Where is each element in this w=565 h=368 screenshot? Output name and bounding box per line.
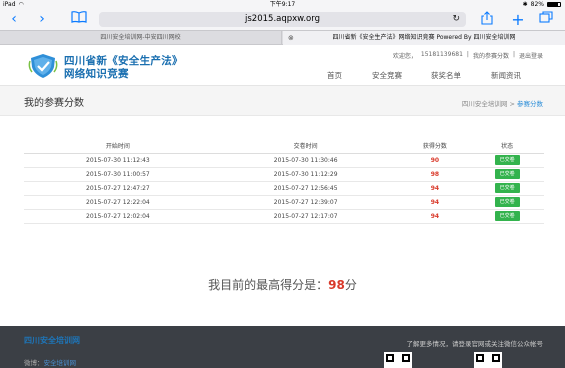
weibo-link[interactable]: 安全培训网 [44,359,77,367]
bookmarks-icon[interactable] [70,11,88,28]
score-table: 开始时间 交卷时间 获得分数 状态 2015-07-30 11:12:43 20… [24,138,544,224]
high-score-value: 98 [328,278,345,292]
reload-icon[interactable]: ↻ [452,12,460,27]
user-phone[interactable]: 15181139681 [421,51,463,60]
status-button[interactable]: 已交卷 [494,169,520,179]
nav-news[interactable]: 新闻资讯 [491,69,521,83]
page-title: 我的参赛分数 [24,98,84,109]
battery-icon [547,2,561,7]
weibo-label: 微博： [24,359,44,367]
separator: | [512,51,515,58]
nav-home[interactable]: 首页 [327,69,342,83]
start-time: 2015-07-27 12:47:27 [24,181,212,196]
site-header: 四川省新《安全生产法》 网络知识竞赛 欢迎您， 15181139681 | 我的… [0,45,565,86]
footer-weibo: 微博：安全培训网 [24,357,76,367]
nav-winners[interactable]: 获奖名单 [431,69,461,83]
high-score-summary: 我目前的最高得分是：98分 [0,276,565,293]
footer-logo[interactable]: 四川安全培训网 [24,335,80,346]
start-time: 2015-07-27 12:02:04 [24,209,212,224]
column-header-end: 交卷时间 [211,138,400,154]
score-value: 94 [399,195,471,210]
start-time: 2015-07-27 12:22:04 [24,195,212,210]
table-row: 2015-07-30 11:00:57 2015-07-30 11:12:29 … [24,167,544,182]
start-time: 2015-07-30 11:12:43 [24,153,212,168]
nav-competition[interactable]: 安全竞赛 [372,69,402,83]
score-value: 98 [399,167,471,182]
high-score-label: 我目前的最高得分是： [208,278,329,292]
browser-tab-bar: 四川安全培训网-中安四川网校 ⊗ 四川省新《安全生产法》网络知识竞赛 Power… [0,30,565,45]
end-time: 2015-07-30 11:12:29 [211,167,400,182]
my-scores-link[interactable]: 我的参赛分数 [473,51,509,60]
shield-logo-icon[interactable] [28,53,58,79]
table-header-row: 开始时间 交卷时间 获得分数 状态 [24,138,544,154]
column-header-status: 状态 [470,138,544,154]
back-icon[interactable]: ‹ [8,11,20,28]
start-time: 2015-07-30 11:00:57 [24,167,212,182]
battery-percent: 82% [530,1,544,8]
url-text: js2015.aqpxw.org [245,14,320,24]
page-title-bar: 我的参赛分数 四川安全培训网 > 参赛分数 [0,86,565,116]
high-score-unit: 分 [344,278,357,292]
site-title-line2: 网络知识竞赛 [64,68,129,80]
status-button[interactable]: 已交卷 [494,211,520,221]
breadcrumb-current: 参赛分数 [517,100,543,108]
site-footer: 四川安全培训网 微博：安全培训网 了解更多情况，请登录官网或关注微信公众帐号 [0,326,565,368]
address-bar[interactable]: js2015.aqpxw.org ↻ [99,12,466,27]
qr-code-icon [384,352,412,368]
breadcrumb: 四川安全培训网 > 参赛分数 [462,98,543,108]
browser-toolbar: ‹ › js2015.aqpxw.org ↻ + [0,9,565,30]
breadcrumb-separator: > [509,100,517,108]
share-icon[interactable] [480,11,494,28]
footer-tip: 了解更多情况，请登录官网或关注微信公众帐号 [406,340,544,348]
end-time: 2015-07-27 12:39:07 [211,195,400,210]
table-row: 2015-07-30 11:12:43 2015-07-30 11:30:46 … [24,153,544,168]
table-row: 2015-07-27 12:22:04 2015-07-27 12:39:07 … [24,195,544,210]
ios-status-bar: iPad ◠ 下午9:17 ✱ 82% [0,0,565,9]
score-value: 90 [399,153,471,168]
column-header-score: 获得分数 [399,138,471,154]
end-time: 2015-07-30 11:30:46 [211,153,400,168]
close-tab-icon[interactable]: ⊗ [288,31,294,45]
end-time: 2015-07-27 12:17:07 [211,209,400,224]
tabs-overview-icon[interactable] [538,11,554,28]
table-row: 2015-07-27 12:47:27 2015-07-27 12:56:45 … [24,181,544,196]
separator: | [466,51,469,58]
logout-link[interactable]: 退出登录 [519,51,543,60]
status-button[interactable]: 已交卷 [494,155,520,165]
score-value: 94 [399,181,471,196]
end-time: 2015-07-27 12:56:45 [211,181,400,196]
welcome-text: 欢迎您， [392,53,417,60]
status-button[interactable]: 已交卷 [494,197,520,207]
qr-code-icon [474,352,502,368]
column-header-start: 开始时间 [24,138,212,154]
new-tab-icon[interactable]: + [511,11,525,28]
browser-tab[interactable]: 四川安全培训网-中安四川网校 [0,31,282,45]
breadcrumb-home[interactable]: 四川安全培训网 [462,100,508,108]
status-button[interactable]: 已交卷 [494,183,520,193]
bluetooth-icon: ✱ [522,1,528,8]
user-bar: 欢迎您， 15181139681 | 我的参赛分数 | 退出登录 [393,51,543,60]
browser-tab-title: 四川省新《安全生产法》网络知识竞赛 Powered By 四川安全培训网 [332,34,516,41]
browser-tab-active[interactable]: ⊗ 四川省新《安全生产法》网络知识竞赛 Powered By 四川安全培训网 [283,31,565,45]
clock: 下午9:17 [269,1,296,8]
table-row: 2015-07-27 12:02:04 2015-07-27 12:17:07 … [24,209,544,224]
forward-icon[interactable]: › [36,11,48,28]
score-value: 94 [399,209,471,224]
